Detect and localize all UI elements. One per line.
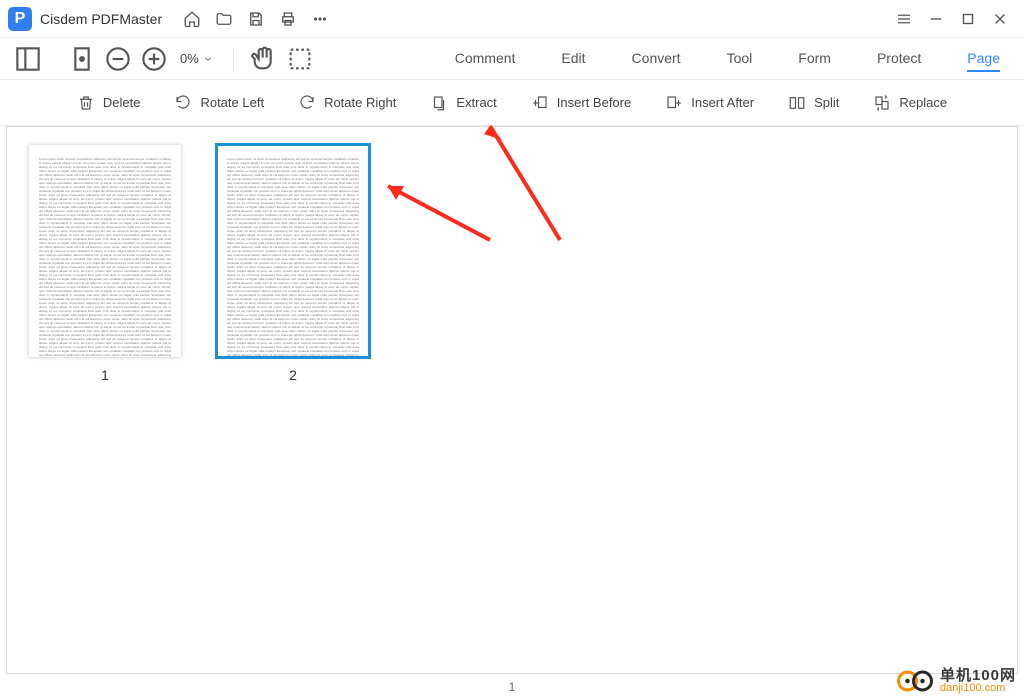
page-preview: Lorem ipsum dolor sit amet consectetur a… bbox=[29, 145, 181, 357]
zoom-in-icon[interactable] bbox=[138, 43, 170, 75]
close-icon[interactable] bbox=[984, 3, 1016, 35]
minimize-icon[interactable] bbox=[920, 3, 952, 35]
replace-button[interactable]: Replace bbox=[873, 94, 947, 112]
hand-tool-icon[interactable] bbox=[248, 43, 280, 75]
page-number: 2 bbox=[289, 367, 297, 383]
main-tabs: Comment Edit Convert Tool Form Protect P… bbox=[455, 46, 1012, 72]
tab-convert[interactable]: Convert bbox=[632, 46, 681, 72]
zoom-out-icon[interactable] bbox=[102, 43, 134, 75]
app-logo: P bbox=[8, 7, 32, 31]
thumbnail-grid: Lorem ipsum dolor sit amet consectetur a… bbox=[7, 127, 1017, 401]
insert-after-button[interactable]: Insert After bbox=[665, 94, 754, 112]
zoom-value: 0% bbox=[180, 51, 199, 66]
more-icon[interactable] bbox=[304, 3, 336, 35]
page-ops-bar: Delete Rotate Left Rotate Right Extract … bbox=[0, 80, 1024, 126]
zoom-dropdown[interactable]: 0% bbox=[174, 43, 219, 75]
page-number: 1 bbox=[101, 367, 109, 383]
separator bbox=[233, 48, 234, 70]
page-preview-selected: Lorem ipsum dolor sit amet consectetur a… bbox=[217, 145, 369, 357]
tab-tool[interactable]: Tool bbox=[727, 46, 753, 72]
workspace: Lorem ipsum dolor sit amet consectetur a… bbox=[6, 126, 1018, 674]
tab-edit[interactable]: Edit bbox=[561, 46, 585, 72]
view-toolbar: 0% Comment Edit Convert Tool Form Protec… bbox=[0, 38, 1024, 80]
watermark-logo-icon bbox=[896, 666, 934, 696]
app-logo-letter: P bbox=[15, 10, 26, 28]
insert-before-button[interactable]: Insert Before bbox=[531, 94, 631, 112]
watermark-line1: 单机100网 bbox=[940, 668, 1016, 683]
tab-protect[interactable]: Protect bbox=[877, 46, 921, 72]
watermark-line2: danji100.com bbox=[940, 683, 1016, 694]
watermark: 单机100网 danji100.com bbox=[896, 666, 1016, 696]
tab-form[interactable]: Form bbox=[798, 46, 831, 72]
open-folder-icon[interactable] bbox=[208, 3, 240, 35]
rotate-left-button[interactable]: Rotate Left bbox=[174, 94, 264, 112]
split-button[interactable]: Split bbox=[788, 94, 839, 112]
delete-button[interactable]: Delete bbox=[77, 94, 141, 112]
tab-page[interactable]: Page bbox=[967, 46, 1000, 72]
home-icon[interactable] bbox=[176, 3, 208, 35]
app-title: Cisdem PDFMaster bbox=[40, 11, 162, 27]
rotate-right-button[interactable]: Rotate Right bbox=[298, 94, 396, 112]
extract-label: Extract bbox=[456, 95, 496, 110]
split-label: Split bbox=[814, 95, 839, 110]
page-indicator: 1 bbox=[509, 680, 516, 694]
menu-icon[interactable] bbox=[888, 3, 920, 35]
title-bar: P Cisdem PDFMaster bbox=[0, 0, 1024, 38]
single-page-icon[interactable] bbox=[66, 43, 98, 75]
extract-button[interactable]: Extract bbox=[430, 94, 496, 112]
sidebar-toggle-icon[interactable] bbox=[12, 43, 44, 75]
insert-after-label: Insert After bbox=[691, 95, 754, 110]
maximize-icon[interactable] bbox=[952, 3, 984, 35]
status-bar: 1 bbox=[0, 674, 1024, 700]
page-thumb-1[interactable]: Lorem ipsum dolor sit amet consectetur a… bbox=[29, 145, 181, 383]
select-tool-icon[interactable] bbox=[284, 43, 316, 75]
rotate-left-label: Rotate Left bbox=[200, 95, 264, 110]
print-icon[interactable] bbox=[272, 3, 304, 35]
tab-comment[interactable]: Comment bbox=[455, 46, 516, 72]
save-icon[interactable] bbox=[240, 3, 272, 35]
replace-label: Replace bbox=[899, 95, 947, 110]
chevron-down-icon bbox=[203, 54, 213, 64]
page-thumb-2[interactable]: Lorem ipsum dolor sit amet consectetur a… bbox=[217, 145, 369, 383]
delete-label: Delete bbox=[103, 95, 141, 110]
rotate-right-label: Rotate Right bbox=[324, 95, 396, 110]
insert-before-label: Insert Before bbox=[557, 95, 631, 110]
